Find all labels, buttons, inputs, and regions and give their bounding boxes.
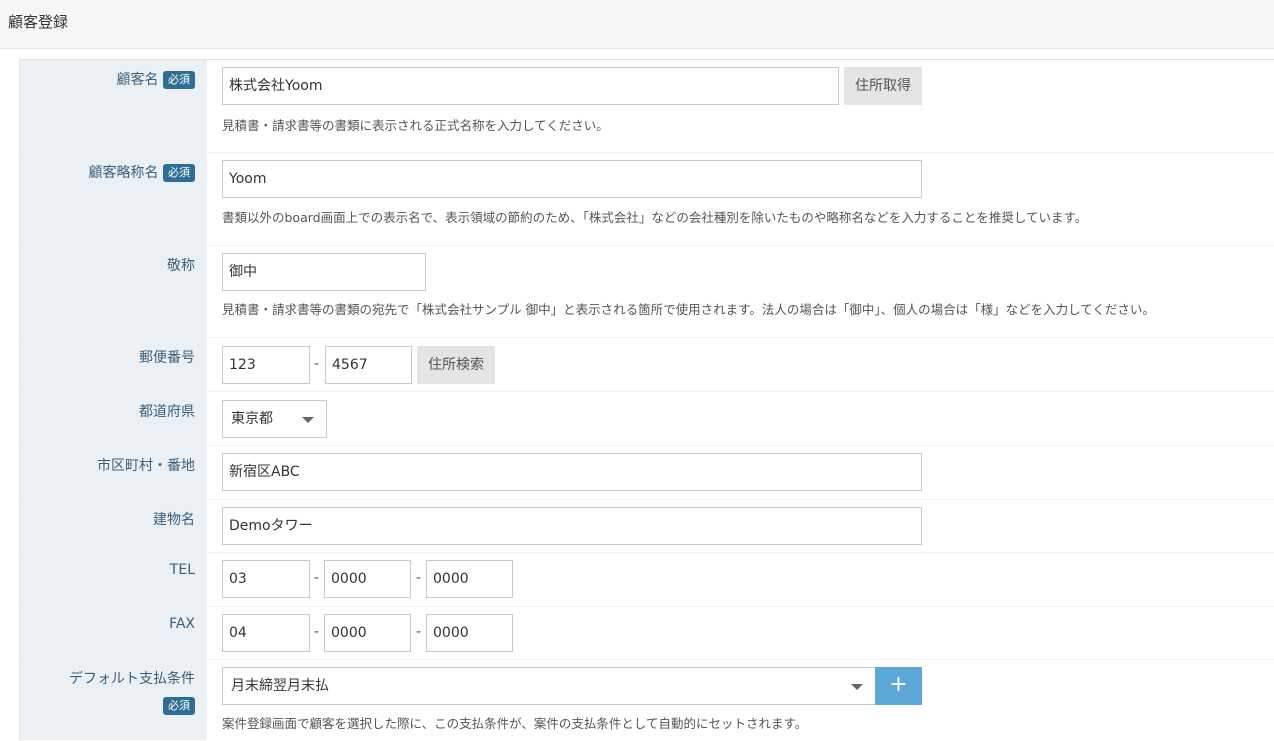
fax-separator: - — [416, 624, 422, 640]
prefecture-select[interactable]: 東京都 — [222, 400, 327, 438]
building-input[interactable]: Demoタワー — [222, 507, 922, 545]
tel-label: TEL — [169, 562, 195, 578]
short-name-label: 顧客略称名 必須 — [89, 162, 195, 182]
fax-part3-input[interactable]: 0000 — [426, 614, 513, 652]
fetch-address-button[interactable]: 住所取得 — [844, 67, 922, 105]
postal-label: 郵便番号 — [139, 350, 195, 366]
address-search-button[interactable]: 住所検索 — [417, 346, 495, 384]
postal-code-part1-input[interactable]: 123 — [222, 346, 310, 384]
fax-part2-input[interactable]: 0000 — [324, 614, 411, 652]
required-badge: 必須 — [163, 697, 195, 715]
prefecture-label: 都道府県 — [139, 404, 195, 420]
payment-terms-help: 案件登録画面で顧客を選択した際に、この支払条件が、案件の支払条件として自動的にセ… — [222, 716, 808, 731]
short-name-input[interactable]: Yoom — [222, 160, 922, 198]
payment-terms-label: デフォルト支払条件 必須 — [69, 669, 195, 716]
page-title: 顧客登録 — [8, 13, 69, 31]
payment-terms-select[interactable]: 月末締翌月末払 — [222, 667, 876, 705]
tel-separator: - — [314, 570, 320, 586]
dropdown-caret-icon — [851, 684, 863, 690]
row-postal: 郵便番号 123 - 4567 住所検索 — [19, 338, 1274, 392]
fax-separator: - — [314, 624, 320, 640]
tel-part1-input[interactable]: 03 — [222, 560, 310, 598]
customer-name-help: 見積書・請求書等の書類に表示される正式名称を入力してください。 — [222, 118, 609, 133]
postal-separator: - — [314, 356, 320, 372]
row-fax: FAX 04 - 0000 - 0000 — [19, 607, 1274, 660]
dropdown-caret-icon — [302, 417, 314, 423]
short-name-help: 書類以外のboard画面上での表示名で、表示領域の節約のため、「株式会社」などの… — [222, 210, 1088, 225]
page-header: 顧客登録 — [0, 0, 1274, 49]
row-short-name: 顧客略称名 必須 Yoom 書類以外のboard画面上での表示名で、表示領域の節… — [19, 153, 1274, 246]
required-badge: 必須 — [163, 164, 195, 182]
row-city: 市区町村・番地 新宿区ABC — [19, 446, 1274, 500]
honorific-input[interactable]: 御中 — [222, 253, 426, 291]
tel-separator: - — [416, 570, 422, 586]
fax-label: FAX — [169, 616, 195, 632]
customer-name-label: 顧客名 必須 — [117, 69, 195, 89]
city-input[interactable]: 新宿区ABC — [222, 453, 922, 491]
row-tel: TEL 03 - 0000 - 0000 — [19, 553, 1274, 607]
honorific-help: 見積書・請求書等の書類の宛先で「株式会社サンプル 御中」と表示される箇所で使用さ… — [222, 302, 1155, 317]
row-prefecture: 都道府県 東京都 — [19, 392, 1274, 446]
add-payment-terms-button[interactable]: + — [875, 667, 922, 705]
postal-code-part2-input[interactable]: 4567 — [325, 346, 412, 384]
city-label: 市区町村・番地 — [97, 458, 195, 474]
honorific-label: 敬称 — [167, 258, 195, 274]
row-building: 建物名 Demoタワー — [19, 500, 1274, 553]
building-label: 建物名 — [153, 512, 195, 528]
row-honorific: 敬称 御中 見積書・請求書等の書類の宛先で「株式会社サンプル 御中」と表示される… — [19, 246, 1274, 338]
fax-part1-input[interactable]: 04 — [222, 614, 310, 652]
tel-part2-input[interactable]: 0000 — [324, 560, 411, 598]
required-badge: 必須 — [163, 71, 195, 89]
row-payment-terms: デフォルト支払条件 必須 月末締翌月末払 + 案件登録画面で顧客を選択した際に、… — [19, 660, 1274, 741]
tel-part3-input[interactable]: 0000 — [426, 560, 513, 598]
customer-name-input[interactable]: 株式会社Yoom — [222, 67, 839, 105]
customer-form: 顧客名 必須 株式会社Yoom 住所取得 見積書・請求書等の書類に表示される正式… — [19, 59, 1274, 740]
row-customer-name: 顧客名 必須 株式会社Yoom 住所取得 見積書・請求書等の書類に表示される正式… — [19, 60, 1274, 153]
